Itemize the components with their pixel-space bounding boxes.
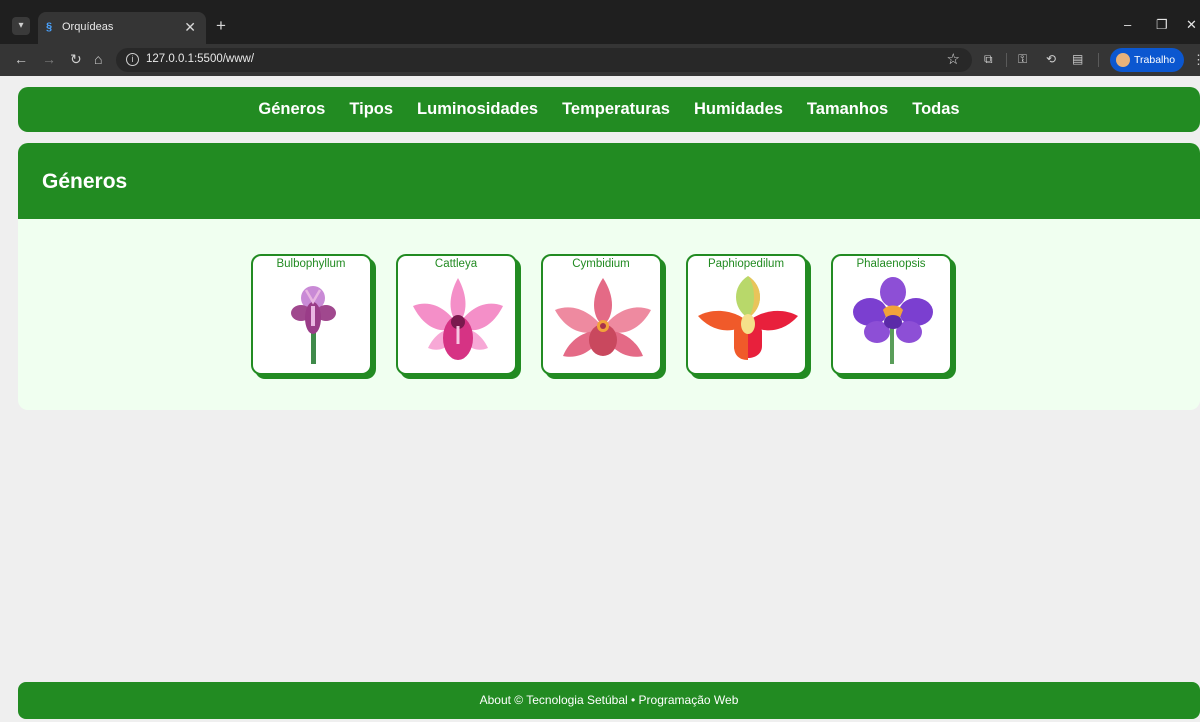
bookmark-star-icon[interactable]: ☆ xyxy=(947,50,960,68)
genus-card-paphiopedilum[interactable]: Paphiopedilum xyxy=(685,254,807,375)
card-label: Cymbidium xyxy=(572,258,630,270)
nav-temperaturas[interactable]: Temperaturas xyxy=(562,100,670,119)
window-close-icon[interactable]: ✕ xyxy=(1186,17,1197,33)
section-header: Géneros xyxy=(18,143,1200,219)
translate-icon[interactable]: ▤ xyxy=(1072,52,1083,66)
profile-label: Trabalho xyxy=(1134,54,1176,66)
new-tab-icon[interactable]: + xyxy=(216,16,226,36)
password-key-icon[interactable]: ⚿ xyxy=(1018,52,1027,67)
avatar xyxy=(1116,53,1130,67)
page-title: Géneros xyxy=(42,170,128,193)
genus-card-list: Bulbophyllum Cattleya Cymbidium Paphiope… xyxy=(18,254,1200,375)
reload-icon[interactable]: ↻ xyxy=(70,51,82,68)
browser-tab[interactable]: § Orquídeas ✕ xyxy=(38,12,206,44)
genus-card-cattleya[interactable]: Cattleya xyxy=(395,254,517,375)
tab-search-icon[interactable]: ▾ xyxy=(12,17,30,35)
card-label: Bulbophyllum xyxy=(276,258,346,270)
card-label: Cattleya xyxy=(434,258,478,270)
favicon-icon: § xyxy=(46,21,53,33)
site-info-icon[interactable]: i xyxy=(126,53,139,66)
minimize-icon[interactable]: – xyxy=(1124,17,1131,32)
nav-humidades[interactable]: Humidades xyxy=(694,100,783,119)
more-menu-icon[interactable]: ⋮ xyxy=(1192,52,1200,68)
cymbidium-icon xyxy=(554,278,651,357)
nav-luminosidades[interactable]: Luminosidades xyxy=(417,100,538,119)
main-navbar: Géneros Tipos Luminosidades Temperaturas… xyxy=(18,87,1200,132)
nav-todas[interactable]: Todas xyxy=(912,100,959,119)
genus-card-bulbophyllum[interactable]: Bulbophyllum xyxy=(250,254,372,375)
phalaenopsis-icon xyxy=(852,277,933,364)
page-footer: About © Tecnologia Setúbal • Programação… xyxy=(18,682,1200,719)
toolbar-divider xyxy=(1098,53,1099,67)
tab-close-icon[interactable]: ✕ xyxy=(184,19,196,36)
card-label: Paphiopedilum xyxy=(707,258,785,270)
browser-tab-bar: ▾ § Orquídeas ✕ + – ❐ ✕ xyxy=(0,0,1200,44)
forward-icon[interactable]: → xyxy=(42,51,56,67)
address-bar[interactable]: i 127.0.0.1:5500/www/ ☆ xyxy=(116,48,972,72)
back-icon[interactable]: ← xyxy=(14,51,28,67)
restore-icon[interactable]: ❐ xyxy=(1156,17,1168,33)
nav-tamanhos[interactable]: Tamanhos xyxy=(807,100,888,119)
card-label: Phalaenopsis xyxy=(856,258,926,270)
bulbophyllum-icon xyxy=(290,286,336,364)
cattleya-icon xyxy=(412,278,503,360)
browser-toolbar: ← → ↻ ⌂ i 127.0.0.1:5500/www/ ☆ ⧉ ⚿ ⟲ ▤ … xyxy=(0,44,1200,76)
url-text[interactable]: 127.0.0.1:5500/www/ xyxy=(146,53,254,65)
tab-title: Orquídeas xyxy=(62,21,114,33)
profile-button[interactable]: Trabalho xyxy=(1110,48,1184,72)
history-icon[interactable]: ⟲ xyxy=(1046,52,1056,66)
paphiopedilum-icon xyxy=(697,276,798,360)
toolbar-divider xyxy=(1006,53,1007,67)
generos-section: Géneros Bulbophyllum Cattleya Cymbidium … xyxy=(18,143,1200,410)
genus-card-cymbidium[interactable]: Cymbidium xyxy=(540,254,662,375)
nav-tipos[interactable]: Tipos xyxy=(349,100,393,119)
nav-generos[interactable]: Géneros xyxy=(258,100,325,119)
home-icon[interactable]: ⌂ xyxy=(94,51,102,67)
genus-card-phalaenopsis[interactable]: Phalaenopsis xyxy=(830,254,952,375)
extensions-icon[interactable]: ⧉ xyxy=(984,52,993,67)
